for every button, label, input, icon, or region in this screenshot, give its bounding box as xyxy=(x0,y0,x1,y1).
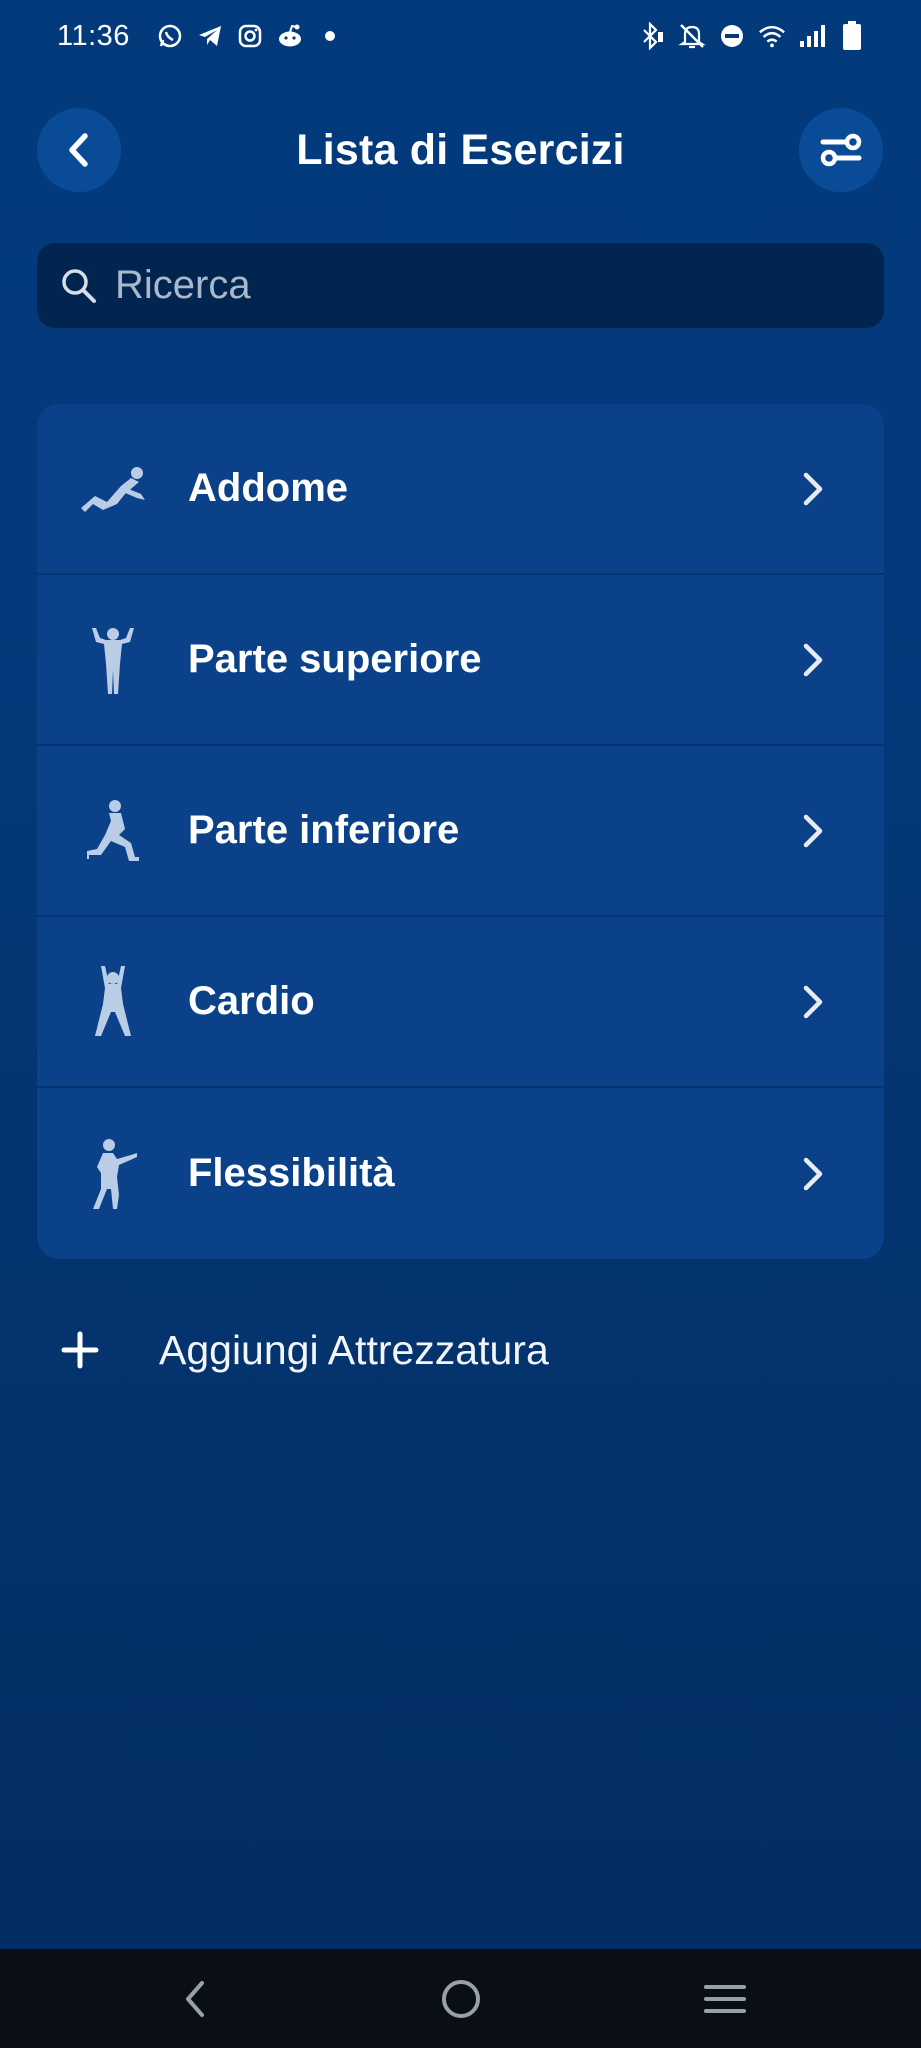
search-input[interactable] xyxy=(113,262,884,309)
mute-icon xyxy=(678,22,706,50)
page-title: Lista di Esercizi xyxy=(296,126,625,174)
category-list: Addome Parte superiore Parte inferiore C… xyxy=(37,404,884,1259)
category-item-parte-inferiore[interactable]: Parte inferiore xyxy=(37,746,884,917)
notification-icons xyxy=(156,22,344,50)
jumping-figure-icon xyxy=(77,962,149,1042)
chevron-right-icon xyxy=(798,469,828,509)
category-label: Cardio xyxy=(188,979,315,1023)
category-item-cardio[interactable]: Cardio xyxy=(37,917,884,1088)
instagram-icon xyxy=(236,22,264,50)
category-item-parte-superiore[interactable]: Parte superiore xyxy=(37,575,884,746)
wifi-icon xyxy=(758,22,786,50)
status-time: 11:36 xyxy=(57,20,130,52)
category-label: Parte superiore xyxy=(188,637,482,681)
whatsapp-icon xyxy=(156,22,184,50)
chevron-right-icon xyxy=(798,640,828,680)
category-item-addome[interactable]: Addome xyxy=(37,404,884,575)
search-icon xyxy=(57,264,101,308)
category-label: Parte inferiore xyxy=(188,808,460,852)
filter-button[interactable] xyxy=(799,108,883,192)
back-nav-icon[interactable] xyxy=(165,1969,225,2029)
home-nav-icon[interactable] xyxy=(431,1969,491,2029)
lunge-figure-icon xyxy=(77,791,149,871)
search-bar[interactable] xyxy=(37,243,884,328)
dnd-icon xyxy=(718,22,746,50)
category-label: Flessibilità xyxy=(188,1151,395,1195)
telegram-icon xyxy=(196,22,224,50)
situp-figure-icon xyxy=(77,449,149,529)
stretch-figure-icon xyxy=(77,1134,149,1214)
reddit-icon xyxy=(276,22,304,50)
add-equipment-label: Aggiungi Attrezzatura xyxy=(159,1326,549,1373)
system-icons xyxy=(638,21,866,50)
system-nav-bar xyxy=(0,1949,921,2048)
bluetooth-icon xyxy=(638,22,666,50)
flex-figure-icon xyxy=(77,620,149,700)
category-label: Addome xyxy=(188,466,348,510)
recents-nav-icon[interactable] xyxy=(695,1969,755,2029)
sliders-icon xyxy=(820,133,862,167)
status-bar: 11:36 xyxy=(0,0,921,76)
plus-icon xyxy=(40,1310,120,1390)
chevron-right-icon xyxy=(798,811,828,851)
signal-icon xyxy=(798,22,826,50)
add-equipment-button[interactable]: Aggiungi Attrezzatura xyxy=(40,1310,840,1390)
category-item-flessibilita[interactable]: Flessibilità xyxy=(37,1088,884,1259)
chevron-right-icon xyxy=(798,1154,828,1194)
dot-icon xyxy=(316,22,344,50)
chevron-right-icon xyxy=(798,982,828,1022)
battery-icon xyxy=(838,21,866,50)
